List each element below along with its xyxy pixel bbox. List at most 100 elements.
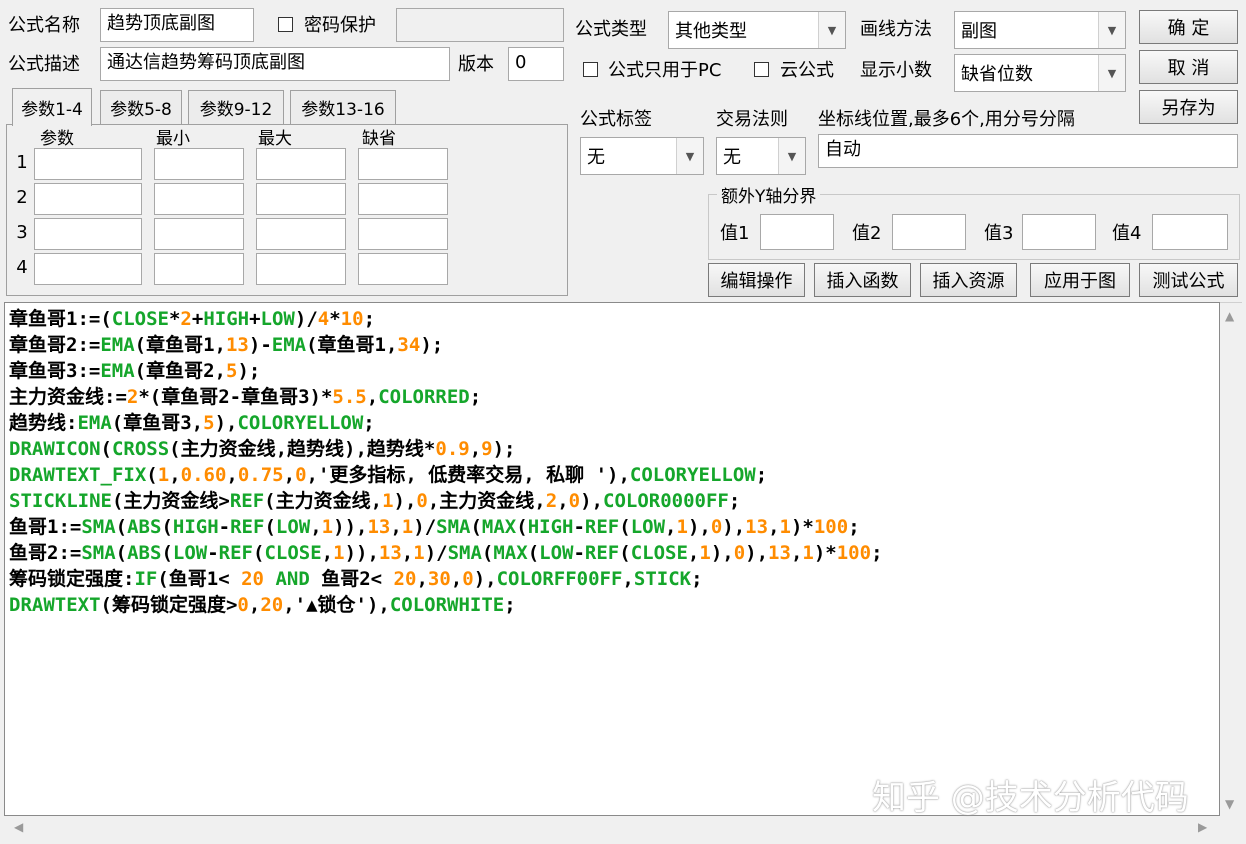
- code-token: CROSS: [111, 438, 170, 460]
- decimal-select[interactable]: 缺省位数 ▼: [954, 54, 1126, 92]
- code-token: 0.9: [435, 438, 470, 460]
- param-min-input[interactable]: [154, 148, 244, 180]
- code-token: (: [115, 542, 128, 564]
- param-name-input[interactable]: [34, 148, 142, 180]
- code-token: )-: [248, 334, 272, 356]
- code-token: ,: [768, 516, 780, 538]
- param-max-input[interactable]: [256, 183, 346, 215]
- axis-position-input[interactable]: 自动: [818, 134, 1238, 168]
- code-token: 10: [340, 308, 364, 330]
- code-token: 0: [237, 594, 249, 616]
- code-line: 鱼哥2:=SMA(ABS(LOW-REF(CLOSE,1)),13,1)/SMA…: [9, 540, 883, 566]
- formula-tag-select[interactable]: 无 ▼: [580, 137, 704, 175]
- formula-type-select[interactable]: 其他类型 ▼: [668, 11, 846, 49]
- code-token: 趋势线:: [9, 412, 78, 434]
- decimal-label: 显示小数: [860, 60, 932, 81]
- code-token: MAX: [481, 516, 517, 538]
- horizontal-scrollbar[interactable]: ◀ ▶: [4, 816, 1220, 840]
- chevron-down-icon: ▼: [1098, 12, 1125, 48]
- param-min-input[interactable]: [154, 253, 244, 285]
- code-token: (: [161, 516, 173, 538]
- formula-desc-input[interactable]: 通达信趋势筹码顶底副图: [100, 47, 450, 81]
- param-max-input[interactable]: [256, 218, 346, 250]
- formula-desc-label: 公式描述: [8, 54, 80, 75]
- code-token: 1: [321, 516, 334, 538]
- param-default-input[interactable]: [358, 148, 448, 180]
- code-token: )/: [294, 308, 318, 330]
- save-as-button[interactable]: 另存为: [1139, 90, 1238, 124]
- value1-input[interactable]: [760, 214, 834, 250]
- tab-params-13-16[interactable]: 参数13-16: [290, 90, 396, 124]
- code-token: 5: [203, 412, 215, 434]
- tab-params-5-8[interactable]: 参数5-8: [100, 90, 182, 124]
- param-name-input[interactable]: [34, 183, 142, 215]
- param-default-input[interactable]: [358, 218, 448, 250]
- code-token: (主力资金线,: [264, 490, 383, 512]
- draw-method-select[interactable]: 副图 ▼: [954, 11, 1126, 49]
- param-min-input[interactable]: [154, 183, 244, 215]
- scroll-up-icon[interactable]: ▲: [1225, 309, 1234, 323]
- code-token: 鱼哥2:=: [9, 542, 82, 564]
- code-token: 34: [397, 334, 421, 356]
- scroll-down-icon[interactable]: ▼: [1225, 797, 1234, 811]
- value2-input[interactable]: [892, 214, 966, 250]
- ok-button[interactable]: 确 定: [1139, 10, 1238, 44]
- code-token: ),: [722, 516, 746, 538]
- code-token: AND: [275, 568, 310, 590]
- value3-input[interactable]: [1022, 214, 1096, 250]
- code-token: LOW: [260, 308, 295, 330]
- code-token: ,: [416, 568, 428, 590]
- code-token: 13: [768, 542, 791, 564]
- chevron-down-icon: ▼: [676, 138, 703, 174]
- code-token: DRAWICON: [9, 438, 101, 460]
- code-token: ;: [848, 516, 860, 538]
- param-max-input[interactable]: [256, 148, 346, 180]
- param-min-input[interactable]: [154, 218, 244, 250]
- tab-params-1-4[interactable]: 参数1-4: [12, 88, 92, 126]
- version-input[interactable]: 0: [508, 47, 564, 81]
- scroll-left-icon[interactable]: ◀: [14, 820, 23, 834]
- code-token: 1: [779, 516, 791, 538]
- code-token: 1: [157, 464, 170, 486]
- scroll-right-icon[interactable]: ▶: [1198, 820, 1207, 834]
- axis-position-label: 坐标线位置,最多6个,用分号分隔: [818, 109, 1075, 130]
- formula-name-input[interactable]: 趋势顶底副图: [100, 8, 254, 42]
- password-checkbox[interactable]: [278, 17, 293, 32]
- param-default-input[interactable]: [358, 253, 448, 285]
- tab-params-9-12[interactable]: 参数9-12: [188, 90, 284, 124]
- cloud-formula-checkbox[interactable]: [754, 62, 769, 77]
- param-name-input[interactable]: [34, 253, 142, 285]
- trade-rule-select[interactable]: 无 ▼: [716, 137, 806, 175]
- default-col-header: 缺省: [362, 129, 396, 149]
- param-name-input[interactable]: [34, 218, 142, 250]
- insert-resource-button[interactable]: 插入资源: [920, 263, 1017, 297]
- code-token: ;: [728, 490, 741, 512]
- insert-function-button[interactable]: 插入函数: [814, 263, 911, 297]
- code-token: COLORRED: [378, 386, 470, 408]
- password-input[interactable]: [396, 8, 564, 42]
- value4-input[interactable]: [1152, 214, 1228, 250]
- code-token: ),: [687, 516, 711, 538]
- test-formula-button[interactable]: 测试公式: [1139, 263, 1238, 297]
- extra-y-axis-legend: 额外Y轴分界: [721, 187, 817, 207]
- param-default-input[interactable]: [358, 183, 448, 215]
- edit-operations-button[interactable]: 编辑操作: [708, 263, 805, 297]
- code-token: 20: [241, 568, 264, 590]
- code-token: REF: [218, 542, 253, 564]
- code-token: 20: [260, 594, 284, 616]
- apply-to-chart-button[interactable]: 应用于图: [1030, 263, 1130, 297]
- code-token: 9: [481, 438, 493, 460]
- code-token: -: [573, 516, 585, 538]
- pc-only-checkbox[interactable]: [583, 62, 598, 77]
- cancel-button[interactable]: 取 消: [1139, 50, 1238, 84]
- code-editor[interactable]: 章鱼哥1:=(CLOSE*2+HIGH+LOW)/4*10; 章鱼哥2:=EMA(…: [4, 302, 1220, 816]
- value4-label: 值4: [1112, 223, 1142, 244]
- decimal-value: 缺省位数: [961, 64, 1033, 85]
- code-token: (鱼哥1<: [157, 568, 242, 590]
- code-token: 章鱼哥2:=: [9, 334, 101, 356]
- param-max-input[interactable]: [256, 253, 346, 285]
- code-token: CLOSE: [111, 308, 169, 330]
- vertical-scrollbar[interactable]: ▲ ▼: [1220, 302, 1242, 817]
- code-token: (: [264, 516, 276, 538]
- code-token: )*: [813, 542, 837, 564]
